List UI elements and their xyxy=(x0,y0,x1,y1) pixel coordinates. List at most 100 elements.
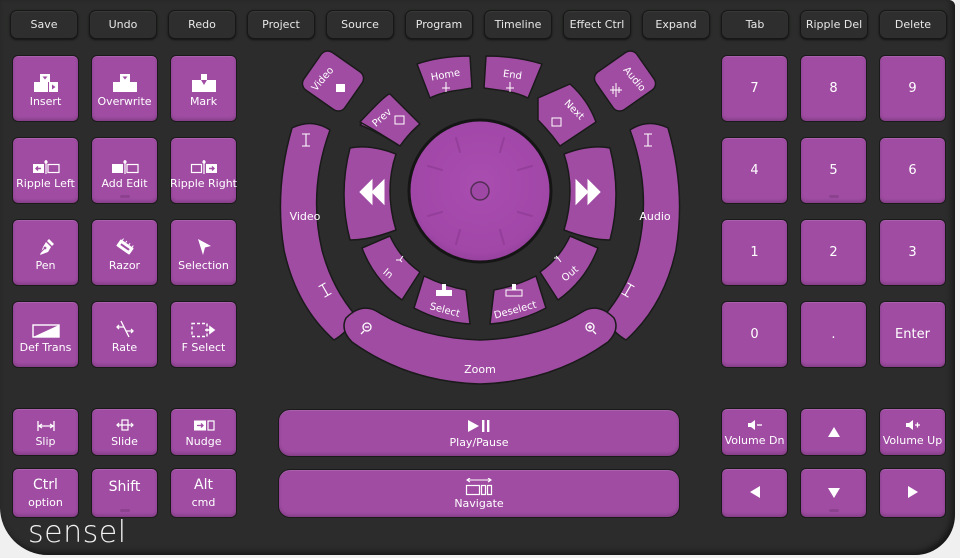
insert-key[interactable]: Insert xyxy=(12,55,79,122)
jog-center-dimple xyxy=(470,181,490,201)
nudge-key[interactable]: Nudge xyxy=(170,408,237,456)
alt-cmd-key[interactable]: Alt cmd xyxy=(170,468,237,518)
selection-arrow-icon xyxy=(196,234,212,256)
key-sublabel: option xyxy=(28,496,63,509)
play-pause-key[interactable]: Play/Pause xyxy=(278,409,680,457)
mark-out-key[interactable]: Out xyxy=(539,235,599,301)
source-key[interactable]: Source xyxy=(326,10,394,39)
navigate-key[interactable]: Navigate xyxy=(278,469,680,518)
key-sublabel: cmd xyxy=(191,496,216,509)
arrow-left-key[interactable] xyxy=(721,468,788,518)
ripple-left-key[interactable]: Ripple Left xyxy=(12,137,79,204)
overwrite-key[interactable]: Overwrite xyxy=(91,55,158,122)
jog-wheel[interactable] xyxy=(407,118,553,264)
mark-in-key[interactable]: In xyxy=(361,235,421,301)
undo-key[interactable]: Undo xyxy=(89,10,157,39)
arrow-down-key[interactable] xyxy=(800,468,867,518)
numpad-1[interactable]: 1 xyxy=(721,219,788,286)
deselect-key[interactable]: Deselect xyxy=(489,275,547,325)
key-label: Mark xyxy=(189,94,218,108)
key-label: 5 xyxy=(829,163,838,178)
key-label: 8 xyxy=(829,81,838,96)
select-key[interactable]: Select xyxy=(413,275,471,325)
numpad-9[interactable]: 9 xyxy=(879,55,946,122)
slip-key[interactable]: Slip xyxy=(12,408,79,456)
timeline-key[interactable]: Timeline xyxy=(484,10,552,39)
numpad-7[interactable]: 7 xyxy=(721,55,788,122)
home-nub xyxy=(119,195,130,198)
arrow-right-key[interactable] xyxy=(879,468,946,518)
key-label: 2 xyxy=(829,245,838,260)
film-icon xyxy=(336,84,345,92)
rate-key[interactable]: Rate xyxy=(91,301,158,368)
key-label: Volume Up xyxy=(882,433,943,447)
arrow-up-key[interactable] xyxy=(800,408,867,456)
key-label: Nudge xyxy=(185,434,222,448)
effect-ctrl-key[interactable]: Effect Ctrl xyxy=(563,10,631,39)
insert-icon xyxy=(33,70,59,92)
prev-key[interactable]: Prev xyxy=(359,93,421,147)
svg-text:Video: Video xyxy=(290,210,321,223)
expand-key[interactable]: Expand xyxy=(642,10,710,39)
program-key[interactable]: Program xyxy=(405,10,473,39)
home-key[interactable]: Home xyxy=(416,55,473,99)
numpad-0[interactable]: 0 xyxy=(721,301,788,368)
volume-down-key[interactable]: Volume Dn xyxy=(721,408,788,456)
sensel-logo: sensel xyxy=(28,515,127,550)
numpad-4[interactable]: 4 xyxy=(721,137,788,204)
shift-key[interactable]: Shift xyxy=(91,468,158,518)
delete-key[interactable]: Delete xyxy=(879,10,947,39)
pen-icon xyxy=(37,234,55,256)
project-key[interactable]: Project xyxy=(247,10,315,39)
rewind-key[interactable] xyxy=(343,146,397,241)
key-label: 7 xyxy=(750,81,759,96)
numpad-8[interactable]: 8 xyxy=(800,55,867,122)
audio-arc-key[interactable]: Audio xyxy=(603,122,681,341)
home-nub xyxy=(828,195,839,198)
mark-key[interactable]: Mark xyxy=(170,55,237,122)
key-label: Insert xyxy=(29,94,62,108)
svg-text:Zoom: Zoom xyxy=(464,363,496,376)
add-edit-key[interactable]: Add Edit xyxy=(91,137,158,204)
ctrl-option-key[interactable]: Ctrl option xyxy=(12,468,79,518)
key-label: Navigate xyxy=(454,496,504,510)
zoom-key[interactable]: Zoom xyxy=(343,307,617,385)
key-label: Def Trans xyxy=(19,340,72,354)
next-key[interactable]: Next xyxy=(537,83,597,147)
video-track-key[interactable]: Video xyxy=(299,50,366,114)
key-label: Slip xyxy=(35,434,56,448)
volume-up-icon xyxy=(905,418,921,430)
key-label: 3 xyxy=(908,245,917,260)
key-label: 6 xyxy=(908,163,917,178)
video-arc-key[interactable]: Video xyxy=(279,122,357,341)
numpad-3[interactable]: 3 xyxy=(879,219,946,286)
save-key[interactable]: Save xyxy=(10,10,78,39)
end-key[interactable]: End xyxy=(483,55,543,99)
mark-icon xyxy=(191,70,217,92)
numpad-enter[interactable]: Enter xyxy=(879,301,946,368)
key-label: Ripple Left xyxy=(16,176,75,190)
volume-up-key[interactable]: Volume Up xyxy=(879,408,946,456)
pen-key[interactable]: Pen xyxy=(12,219,79,286)
numpad-6[interactable]: 6 xyxy=(879,137,946,204)
home-nub xyxy=(119,509,130,512)
key-label: Ctrl xyxy=(33,477,58,493)
razor-key[interactable]: Razor xyxy=(91,219,158,286)
audio-track-key[interactable]: Audio xyxy=(591,50,658,114)
ripple-del-key[interactable]: Ripple Del xyxy=(800,10,868,39)
f-select-key[interactable]: F Select xyxy=(170,301,237,368)
numpad-2[interactable]: 2 xyxy=(800,219,867,286)
numpad-decimal[interactable]: . xyxy=(800,301,867,368)
selection-key[interactable]: Selection xyxy=(170,219,237,286)
tab-key[interactable]: Tab xyxy=(721,10,789,39)
key-label: Volume Dn xyxy=(724,433,785,447)
numpad-5[interactable]: 5 xyxy=(800,137,867,204)
slide-key[interactable]: Slide xyxy=(91,408,158,456)
def-trans-key[interactable]: Def Trans xyxy=(12,301,79,368)
home-nub xyxy=(828,509,839,512)
fast-forward-key[interactable] xyxy=(563,146,617,241)
ripple-right-key[interactable]: Ripple Right xyxy=(170,137,237,204)
key-label: Alt xyxy=(194,477,213,493)
up-arrow-icon xyxy=(827,423,841,442)
redo-key[interactable]: Redo xyxy=(168,10,236,39)
